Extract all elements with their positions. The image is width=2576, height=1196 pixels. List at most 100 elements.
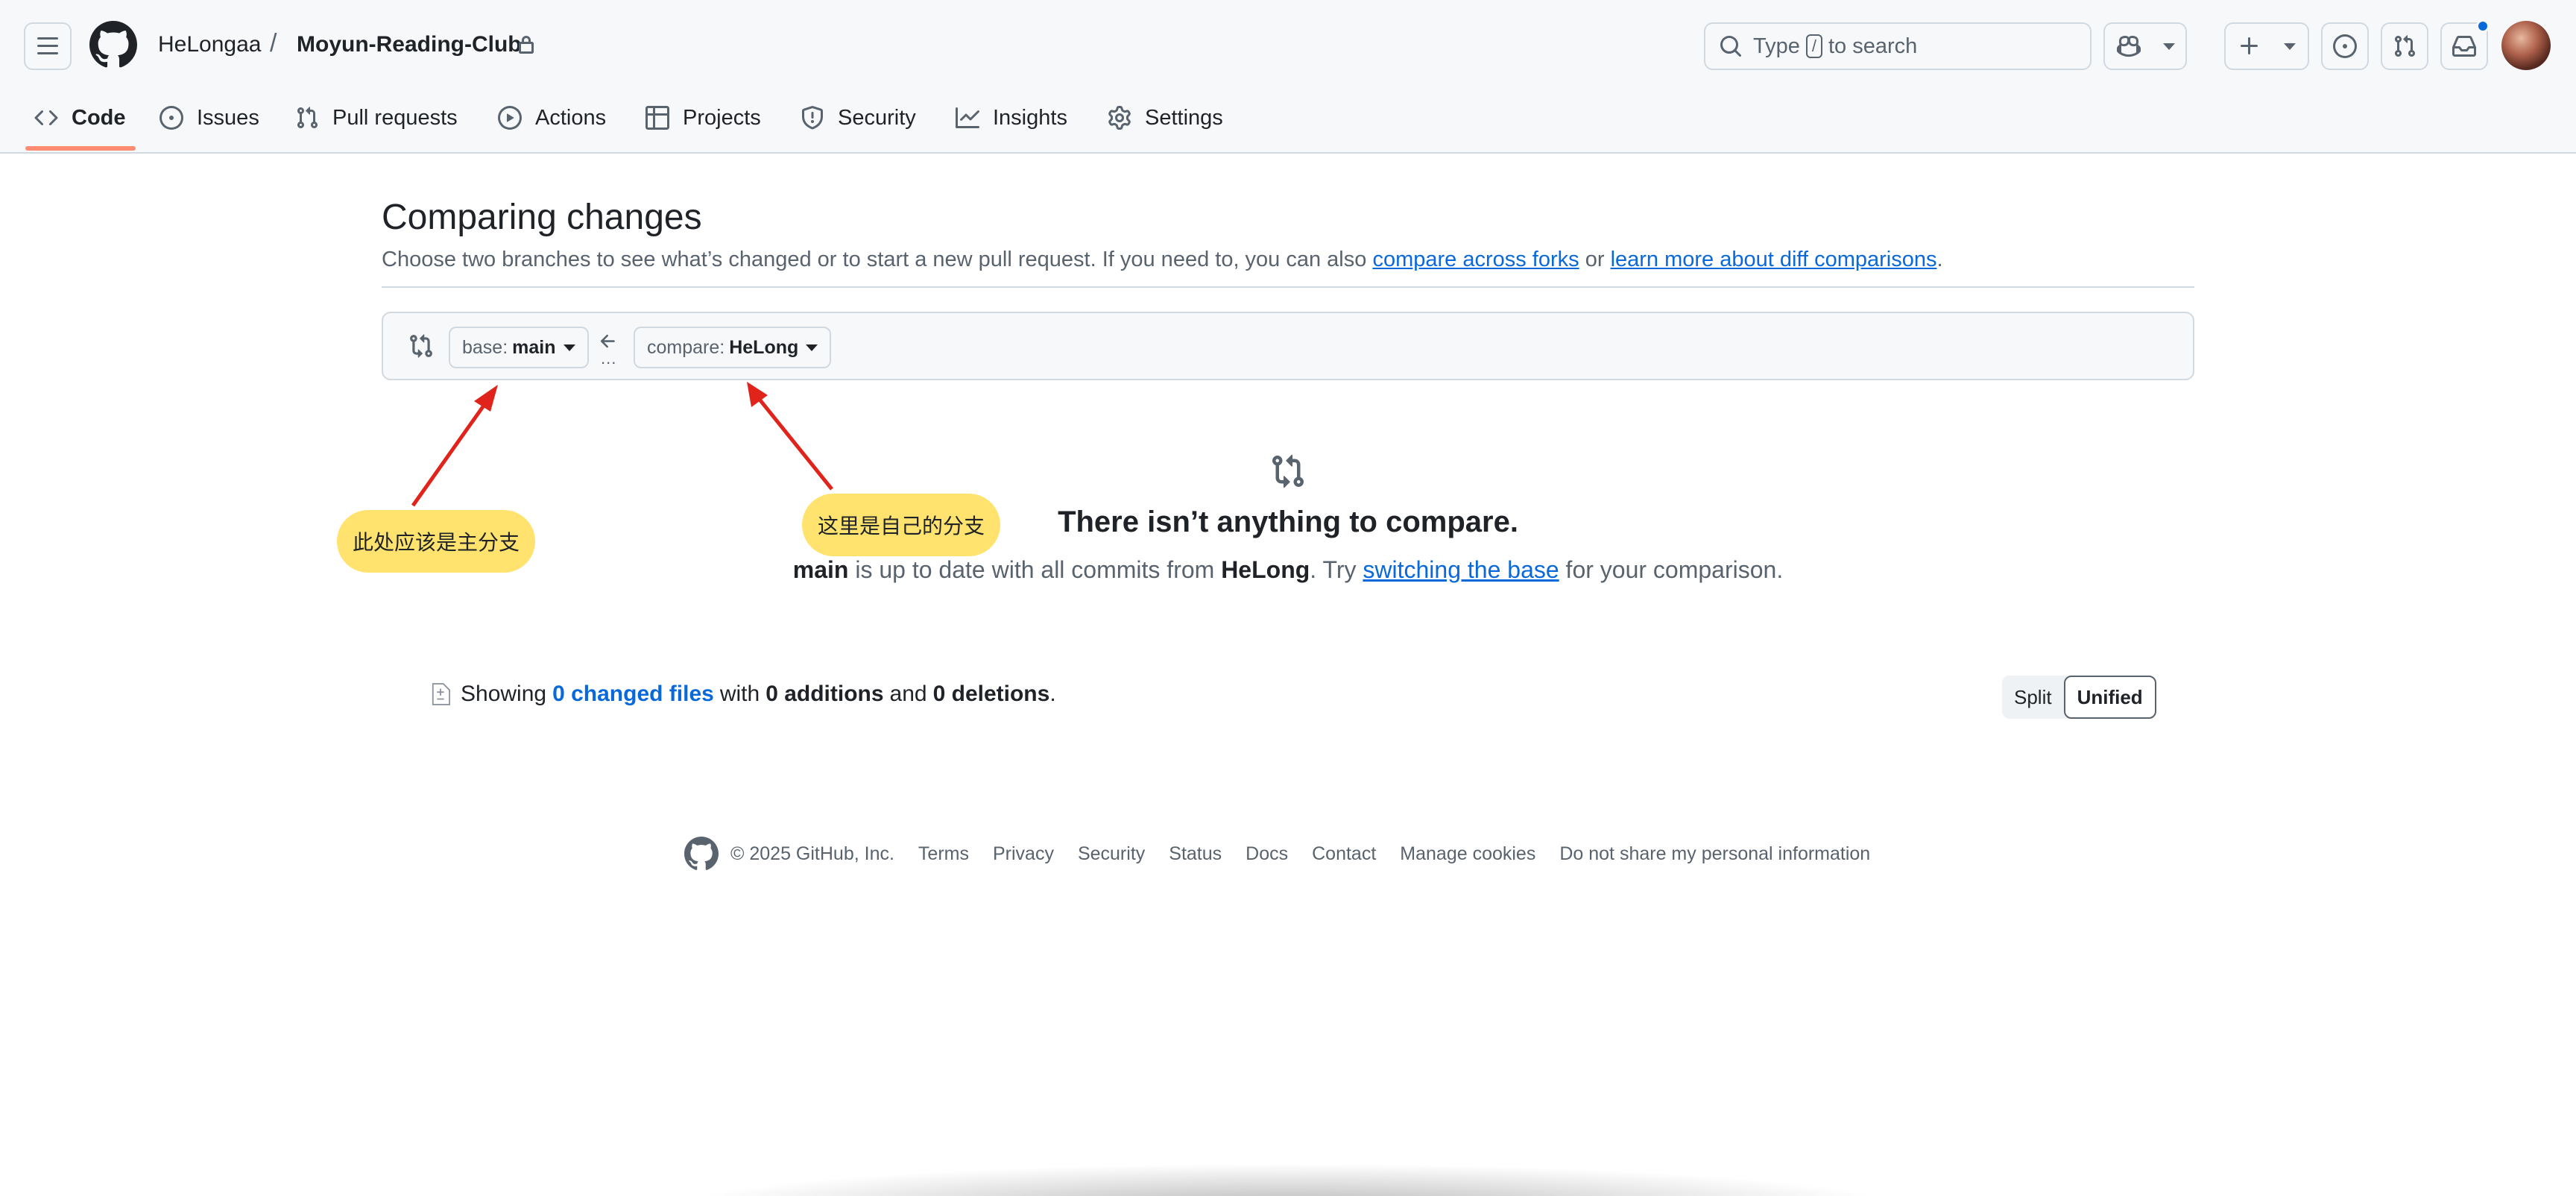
git-pull-request-icon	[297, 107, 318, 129]
search-icon	[1720, 36, 1741, 57]
tab-label: Actions	[535, 105, 607, 130]
blankslate-description: main is up to date with all commits from…	[671, 556, 1905, 584]
compare-branch-select[interactable]: compare: HeLong	[634, 327, 832, 368]
gear-icon	[1108, 106, 1131, 130]
repo-nav: Code Issues Pull requests Actions Projec…	[0, 89, 2576, 154]
footer-link-security[interactable]: Security	[1078, 843, 1145, 865]
chevron-down-icon	[806, 344, 818, 351]
tab-label: Projects	[683, 105, 761, 130]
tab-label: Settings	[1145, 105, 1223, 130]
changed-files-link[interactable]: 0 changed files	[552, 682, 714, 707]
switching-the-base-link[interactable]: switching the base	[1363, 556, 1559, 583]
hamburger-icon	[37, 37, 58, 54]
blankslate-text: is up to date with all commits from	[848, 556, 1222, 583]
compare-across-forks-link[interactable]: compare across forks	[1372, 248, 1579, 271]
blankslate-text: for your comparison.	[1559, 556, 1784, 583]
footer-link-privacy[interactable]: Privacy	[993, 843, 1054, 865]
unified-view-button[interactable]: Unified	[2063, 676, 2156, 719]
range-dots: ...	[601, 349, 617, 368]
table-icon	[645, 106, 669, 130]
tab-label: Code	[72, 105, 126, 130]
base-label: base:	[462, 336, 508, 358]
tab-projects[interactable]: Projects	[645, 89, 761, 146]
divider	[382, 286, 2194, 288]
graph-icon	[956, 107, 979, 128]
git-compare-icon	[410, 334, 432, 358]
chevron-down-icon	[2163, 43, 2175, 50]
footer-copyright: © 2025 GitHub, Inc.	[730, 843, 894, 864]
copilot-button[interactable]	[2103, 22, 2187, 70]
github-logo-icon[interactable]	[684, 837, 719, 871]
page-description: Choose two branches to see what’s change…	[382, 245, 1943, 274]
active-tab-indicator	[25, 146, 136, 151]
tab-settings[interactable]: Settings	[1108, 89, 1223, 146]
repo-link[interactable]: Moyun-Reading-Club	[297, 30, 522, 60]
footer-link-terms[interactable]: Terms	[918, 843, 969, 865]
tab-issues[interactable]: Issues	[160, 89, 259, 146]
notification-indicator	[2476, 19, 2490, 33]
footer-link-do-not-share[interactable]: Do not share my personal information	[1559, 843, 1870, 865]
tab-actions[interactable]: Actions	[498, 89, 606, 146]
annotation-arrow-compare	[756, 395, 833, 491]
footer: © 2025 GitHub, Inc. Terms Privacy Securi…	[684, 837, 1870, 871]
base-branch-select[interactable]: base: main	[449, 327, 589, 368]
footer-link-status[interactable]: Status	[1169, 843, 1222, 865]
search-input[interactable]: Type / to search	[1704, 22, 2092, 70]
file-diff-icon	[432, 683, 450, 705]
footer-link-docs[interactable]: Docs	[1246, 843, 1288, 865]
git-compare-icon	[1272, 454, 1304, 488]
code-icon	[34, 110, 58, 126]
compare-branch-name: HeLong	[1221, 556, 1310, 583]
create-new-button[interactable]	[2224, 22, 2309, 70]
base-branch-name: main	[792, 556, 849, 583]
annotation-callout-base: 此处应该是主分支	[337, 510, 535, 573]
desc-text: .	[1936, 248, 1943, 271]
desc-text: or	[1579, 248, 1611, 271]
owner-link[interactable]: HeLongaa	[158, 30, 261, 60]
footer-link-contact[interactable]: Contact	[1312, 843, 1376, 865]
breadcrumb-separator: /	[270, 29, 277, 57]
deletions-count: 0 deletions	[932, 682, 1050, 706]
git-pull-request-icon	[2394, 35, 2416, 57]
pull-requests-button[interactable]	[2381, 22, 2428, 70]
blankslate-text: . Try	[1310, 556, 1363, 583]
annotation-callout-compare: 这里是自己的分支	[802, 494, 1000, 556]
annotation-arrowhead	[474, 385, 498, 412]
compare-value: HeLong	[729, 336, 799, 358]
diff-view-toggle: Split Unified	[2002, 676, 2156, 719]
annotation-arrowhead	[747, 382, 768, 407]
additions-count: 0 additions	[765, 682, 884, 706]
tab-security[interactable]: Security	[801, 89, 916, 146]
issue-opened-icon	[160, 106, 183, 130]
learn-diff-comparisons-link[interactable]: learn more about diff comparisons	[1611, 248, 1937, 271]
page-title: Comparing changes	[382, 198, 702, 237]
compare-label: compare:	[647, 336, 725, 358]
tab-label: Security	[838, 105, 916, 130]
tab-code[interactable]: Code	[34, 89, 126, 146]
tab-pull-requests[interactable]: Pull requests	[295, 89, 458, 146]
period-text: .	[1049, 682, 1056, 706]
range-editor: base: main ... compare: HeLong	[382, 312, 2194, 380]
issues-button[interactable]	[2321, 22, 2369, 70]
copilot-icon	[2117, 35, 2141, 57]
annotation-arrows	[411, 382, 833, 507]
desc-text: Choose two branches to see what’s change…	[382, 248, 1373, 271]
search-prefix: Type	[1753, 34, 1800, 58]
tab-label: Pull requests	[332, 105, 458, 130]
footer-link-manage-cookies[interactable]: Manage cookies	[1400, 843, 1535, 865]
tab-label: Issues	[197, 105, 259, 130]
chevron-down-icon	[2284, 43, 2296, 50]
window-shadow	[671, 1163, 1905, 1196]
avatar[interactable]	[2501, 21, 2551, 70]
plus-icon	[2241, 37, 2258, 54]
issue-opened-icon	[2333, 34, 2357, 58]
global-header: HeLongaa / Moyun-Reading-Club Type / to …	[0, 0, 2576, 154]
showing-text: Showing	[461, 682, 547, 706]
lock-icon	[519, 36, 534, 54]
tab-insights[interactable]: Insights	[956, 89, 1067, 146]
search-shortcut-key: /	[1805, 34, 1822, 58]
menu-button[interactable]	[24, 22, 72, 70]
inbox-icon	[2452, 36, 2476, 57]
github-logo-icon[interactable]	[89, 21, 137, 69]
split-view-button[interactable]: Split	[2002, 676, 2064, 719]
